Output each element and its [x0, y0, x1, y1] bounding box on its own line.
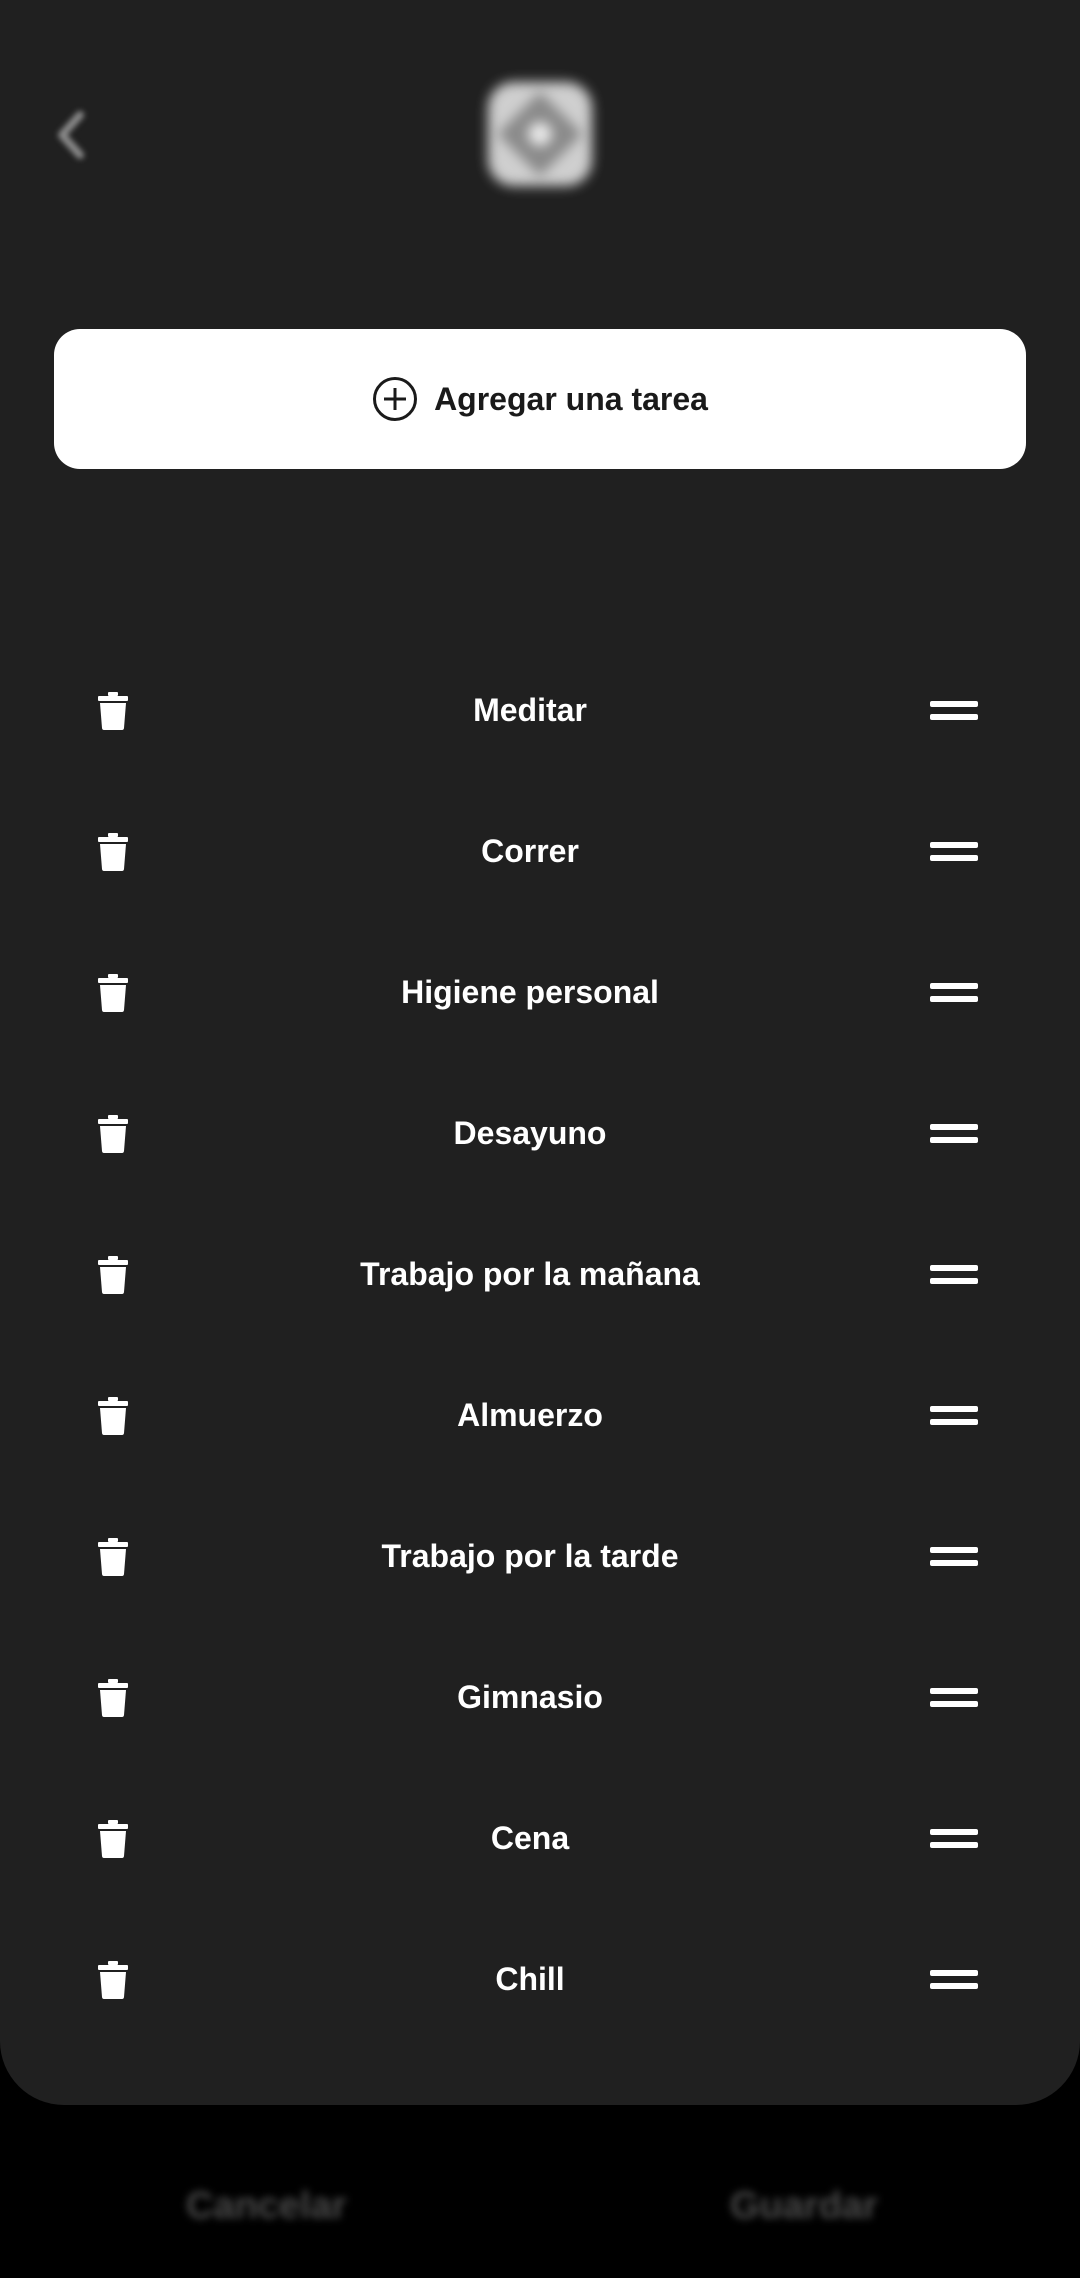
- task-label: Trabajo por la mañana: [360, 1256, 700, 1292]
- task-label: Chill: [495, 1961, 565, 1997]
- task-row-4: Desayuno: [0, 1063, 1080, 1204]
- back-button[interactable]: [40, 100, 100, 170]
- task-row-5: Trabajo por la mañana: [0, 1204, 1080, 1345]
- drag-handle-icon[interactable]: [930, 981, 978, 1005]
- delete-task-button[interactable]: [98, 1112, 128, 1156]
- task-row-10: Chill: [0, 1909, 1080, 2050]
- trash-icon: [98, 1678, 128, 1717]
- task-label: Gimnasio: [457, 1679, 603, 1715]
- delete-task-button[interactable]: [98, 971, 128, 1015]
- task-label: Trabajo por la tarde: [381, 1538, 679, 1574]
- task-row-7: Trabajo por la tarde: [0, 1486, 1080, 1627]
- trash-icon: [98, 1960, 128, 1999]
- drag-handle-icon[interactable]: [930, 1545, 978, 1569]
- drag-handle-icon[interactable]: [930, 1122, 978, 1146]
- task-row-8: Gimnasio: [0, 1627, 1080, 1768]
- task-row-1: Meditar: [0, 640, 1080, 781]
- task-list: Meditar Correr Higiene personal Desayuno…: [0, 640, 1080, 2050]
- chevron-left-icon: [58, 111, 84, 159]
- delete-task-button[interactable]: [98, 689, 128, 733]
- trash-icon: [98, 1255, 128, 1294]
- task-editor-panel: Agregar una tarea Meditar Correr Higiene…: [0, 0, 1080, 2105]
- trash-icon: [98, 1819, 128, 1858]
- delete-task-button[interactable]: [98, 830, 128, 874]
- drag-handle-icon[interactable]: [930, 1968, 978, 1992]
- drag-handle-icon[interactable]: [930, 1263, 978, 1287]
- task-row-2: Correr: [0, 781, 1080, 922]
- drag-handle-icon[interactable]: [930, 840, 978, 864]
- delete-task-button[interactable]: [98, 1535, 128, 1579]
- trash-icon: [98, 832, 128, 871]
- trash-icon: [98, 1537, 128, 1576]
- drag-handle-icon[interactable]: [930, 1827, 978, 1851]
- delete-task-button[interactable]: [98, 1676, 128, 1720]
- plus-circle-icon: [373, 377, 418, 421]
- task-label: Higiene personal: [401, 974, 659, 1010]
- add-task-label: Agregar una tarea: [434, 380, 708, 417]
- save-button[interactable]: Guardar: [730, 2185, 878, 2228]
- trash-icon: [98, 973, 128, 1012]
- task-row-6: Almuerzo: [0, 1345, 1080, 1486]
- delete-task-button[interactable]: [98, 1817, 128, 1861]
- drag-handle-icon[interactable]: [930, 1686, 978, 1710]
- app-logo-icon: [488, 82, 592, 186]
- task-label: Cena: [490, 1820, 570, 1856]
- task-label: Correr: [481, 833, 579, 869]
- bottom-action-bar: Cancelar Guardar: [0, 2105, 1080, 2278]
- delete-task-button[interactable]: [98, 1394, 128, 1438]
- cancel-button[interactable]: Cancelar: [186, 2185, 347, 2228]
- trash-icon: [98, 1396, 128, 1435]
- drag-handle-icon[interactable]: [930, 699, 978, 723]
- delete-task-button[interactable]: [98, 1958, 128, 2002]
- trash-icon: [98, 1114, 128, 1153]
- trash-icon: [98, 691, 128, 730]
- screen: Agregar una tarea Meditar Correr Higiene…: [0, 0, 1080, 2278]
- add-task-button[interactable]: Agregar una tarea: [54, 329, 1026, 469]
- task-label: Meditar: [473, 692, 587, 728]
- task-label: Almuerzo: [457, 1397, 603, 1433]
- task-row-3: Higiene personal: [0, 922, 1080, 1063]
- drag-handle-icon[interactable]: [930, 1404, 978, 1428]
- task-label: Desayuno: [453, 1115, 607, 1151]
- task-row-9: Cena: [0, 1768, 1080, 1909]
- delete-task-button[interactable]: [98, 1253, 128, 1297]
